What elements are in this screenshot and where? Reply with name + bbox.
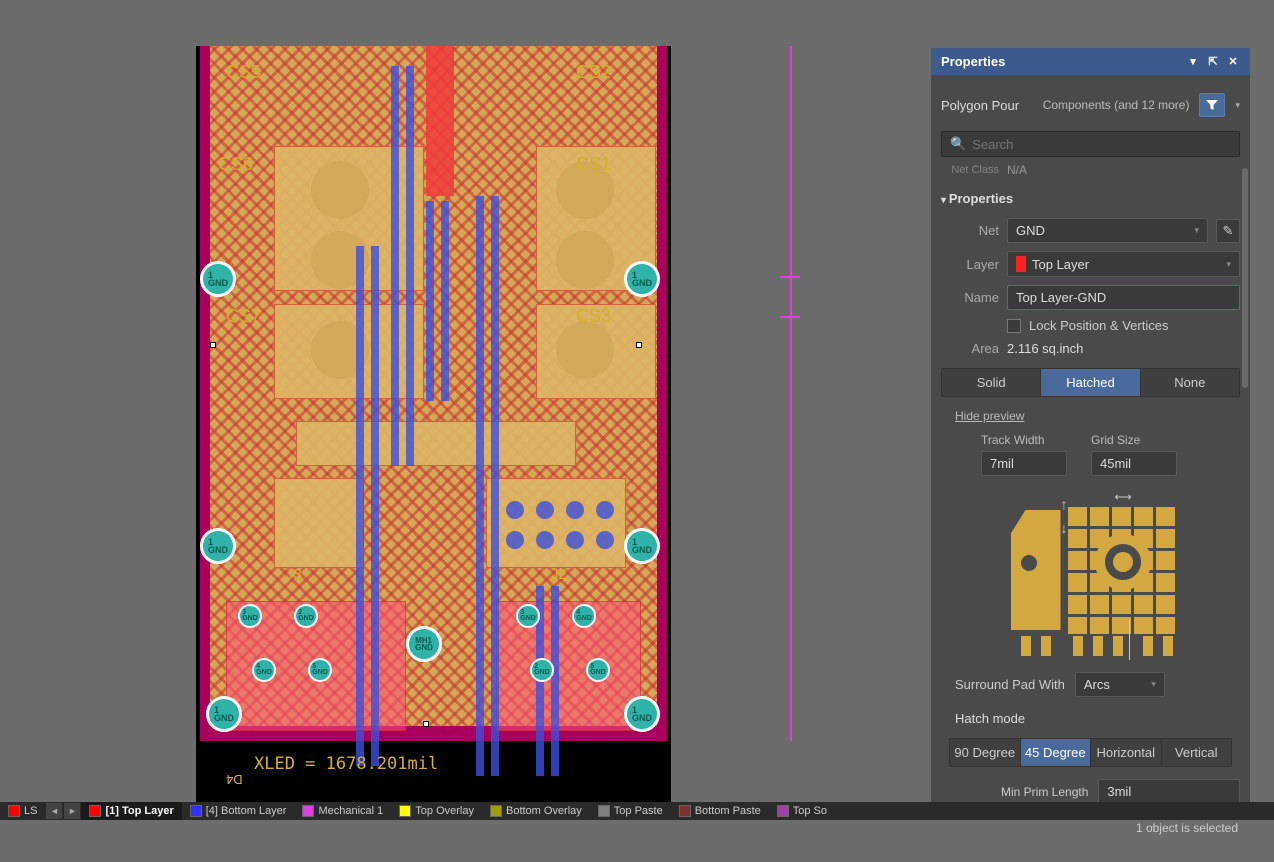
via-small[interactable]: 4GND xyxy=(252,658,276,682)
hatch-mode-segment: 90 Degree 45 Degree Horizontal Vertical xyxy=(949,738,1232,767)
hatch-ver-button[interactable]: Vertical xyxy=(1162,739,1232,766)
layer-tab-mech[interactable]: Mechanical 1 xyxy=(294,802,391,820)
label-cs7: CS7 xyxy=(226,306,261,327)
dimension-text: XLED = 1678.201mil xyxy=(254,754,438,774)
status-bar-text: 1 object is selected xyxy=(1136,821,1238,835)
layer-tab-toppaste[interactable]: Top Paste xyxy=(590,802,671,820)
hatch-45-button[interactable]: 45 Degree xyxy=(1021,739,1092,766)
layer-tab-bottom[interactable]: [4] Bottom Layer xyxy=(182,802,295,820)
layer-label: Layer xyxy=(941,257,999,272)
label-cs5: CS5 xyxy=(226,62,261,83)
via-gnd[interactable]: 1GND xyxy=(624,528,660,564)
object-type: Polygon Pour xyxy=(941,98,1019,113)
netclass-value: N/A xyxy=(1007,163,1027,177)
label-cs2: CS2 xyxy=(576,62,611,83)
fill-hatched-button[interactable]: Hatched xyxy=(1041,369,1140,396)
hatch-preview-icon: ↓ ↑ ⟷ xyxy=(1001,490,1181,660)
filter-summary: Components (and 12 more) xyxy=(1043,98,1190,112)
label-cs3: CS3 xyxy=(576,306,611,327)
min-prim-label: Min Prim Length xyxy=(1001,785,1088,799)
lock-checkbox[interactable] xyxy=(1007,319,1021,333)
pin-down-icon[interactable]: ▾ xyxy=(1186,55,1200,69)
via-gnd[interactable]: 1GND xyxy=(200,261,236,297)
layer-tab-botpaste[interactable]: Bottom Paste xyxy=(671,802,769,820)
layer-tab-top[interactable]: [1] Top Layer xyxy=(81,802,181,820)
name-label: Name xyxy=(941,290,999,305)
grid-size-input[interactable] xyxy=(1091,451,1177,476)
hatch-hor-button[interactable]: Horizontal xyxy=(1091,739,1162,766)
layer-dropdown[interactable]: Top Layer ▾ xyxy=(1007,251,1240,277)
via-small[interactable]: 5GND xyxy=(586,658,610,682)
via-small[interactable]: 2GND xyxy=(530,658,554,682)
via-gnd[interactable]: 1GND xyxy=(200,528,236,564)
fill-mode-segment: Solid Hatched None xyxy=(941,368,1240,397)
search-input[interactable] xyxy=(972,137,1231,152)
layer-tab-botoverlay[interactable]: Bottom Overlay xyxy=(482,802,590,820)
layer-tab-topoverlay[interactable]: Top Overlay xyxy=(391,802,482,820)
close-icon[interactable]: ✕ xyxy=(1226,55,1240,69)
hatch-90-button[interactable]: 90 Degree xyxy=(950,739,1021,766)
layer-prev-icon[interactable]: ◄ xyxy=(46,803,62,819)
via-small[interactable]: 4GND xyxy=(572,604,596,628)
search-icon: 🔍 xyxy=(950,136,966,152)
fill-solid-button[interactable]: Solid xyxy=(942,369,1041,396)
layer-tab-topsolder[interactable]: Top So xyxy=(769,802,835,820)
name-input[interactable] xyxy=(1007,285,1240,310)
grid-size-label: Grid Size xyxy=(1091,433,1177,447)
panel-header[interactable]: Properties ▾ ⇱ ✕ xyxy=(931,48,1250,75)
properties-panel: Properties ▾ ⇱ ✕ Polygon Pour Components… xyxy=(931,48,1250,808)
scrollbar-thumb[interactable] xyxy=(1242,168,1248,388)
search-box[interactable]: 🔍 xyxy=(941,131,1240,157)
via-gnd[interactable]: 1GND xyxy=(624,261,660,297)
pin-icon[interactable]: ⇱ xyxy=(1206,55,1220,69)
min-prim-input[interactable] xyxy=(1098,779,1240,804)
surround-dropdown[interactable]: Arcs▾ xyxy=(1075,672,1165,697)
layer-bar: LS ◄ ► [1] Top Layer [4] Bottom Layer Me… xyxy=(0,802,1274,820)
area-label: Area xyxy=(941,341,999,356)
label-j3: J3 xyxy=(286,566,302,583)
via-small[interactable]: 2GND xyxy=(294,604,318,628)
netclass-label: Net Class xyxy=(941,164,999,176)
label-d4: D4 xyxy=(226,772,243,787)
filter-dropdown-icon[interactable]: ▾ xyxy=(1235,100,1240,111)
panel-title: Properties xyxy=(941,54,1005,69)
via-gnd[interactable]: 1GND xyxy=(624,696,660,732)
net-dropdown[interactable]: GND▾ xyxy=(1007,218,1208,243)
lock-label: Lock Position & Vertices xyxy=(1029,318,1168,333)
fill-none-button[interactable]: None xyxy=(1141,369,1239,396)
track-width-input[interactable] xyxy=(981,451,1067,476)
layer-next-icon[interactable]: ► xyxy=(64,803,80,819)
label-j2: J2 xyxy=(551,566,567,583)
via-gnd[interactable]: 1GND xyxy=(206,696,242,732)
track-width-label: Track Width xyxy=(981,433,1067,447)
surround-label: Surround Pad With xyxy=(955,677,1065,692)
area-value: 2.116 sq.inch xyxy=(1007,341,1083,356)
via-small[interactable]: 3GND xyxy=(516,604,540,628)
via-small[interactable]: 5GND xyxy=(308,658,332,682)
pcb-canvas[interactable]: CS5 CS2 CS6 CS1 CS7 CS3 J3 J2 1GND 1GND … xyxy=(0,46,931,802)
net-label: Net xyxy=(941,223,999,238)
eyedropper-button[interactable]: ✎ xyxy=(1216,219,1240,243)
via-mh1[interactable]: MH1GND xyxy=(406,626,442,662)
label-cs1: CS1 xyxy=(576,154,611,175)
section-properties[interactable]: Properties xyxy=(941,191,1240,210)
via-small[interactable]: 3GND xyxy=(238,604,262,628)
filter-button[interactable] xyxy=(1199,93,1225,117)
hatch-mode-section: Hatch mode xyxy=(955,711,1240,726)
label-cs6: CS6 xyxy=(218,154,253,175)
hide-preview-link[interactable]: Hide preview xyxy=(955,409,1240,423)
layer-tab-ls[interactable]: LS xyxy=(0,802,45,820)
